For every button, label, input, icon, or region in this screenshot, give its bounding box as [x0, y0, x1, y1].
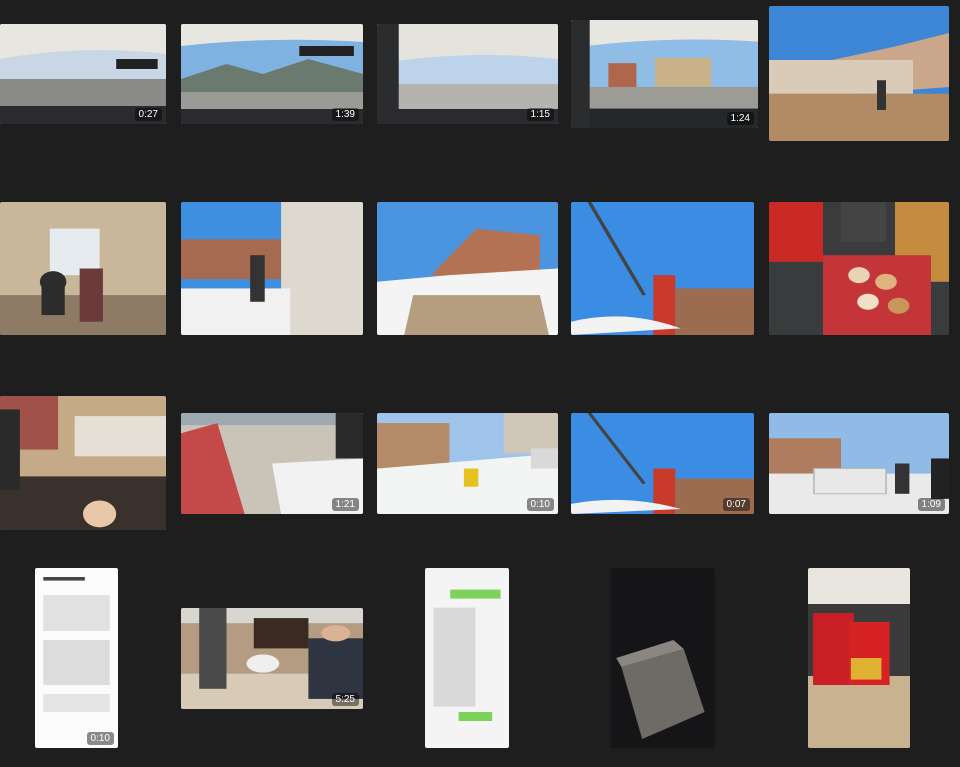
video-duration-badge: 1:09	[917, 498, 945, 511]
media-grid: 0:27 1:39 1:15 1:24 1:21 0:10 0:07 1:09 0:10 5:25	[0, 0, 960, 767]
thumb-yard-snow[interactable]: 1:21	[181, 413, 363, 514]
thumb-courtyard-broom[interactable]	[769, 6, 949, 141]
thumb-car-road-2[interactable]: 1:39	[181, 24, 363, 124]
thumb-shoveling-snow[interactable]: 0:10	[377, 413, 558, 514]
thumbnail-image	[0, 396, 166, 530]
thumb-car-road-1[interactable]: 0:27	[0, 24, 166, 124]
thumbnail-image	[425, 568, 509, 748]
thumbnail-image	[35, 568, 118, 748]
thumb-dark-box[interactable]	[611, 568, 715, 748]
thumb-snow-wall[interactable]	[377, 202, 558, 335]
thumbnail-image	[377, 202, 558, 335]
thumbnail-image	[571, 202, 754, 335]
video-duration-badge: 0:07	[722, 498, 750, 511]
thumb-room-people[interactable]	[0, 202, 166, 335]
thumb-car-road-3[interactable]: 1:15	[377, 24, 558, 124]
video-duration-badge: 0:10	[526, 498, 554, 511]
thumb-gate-sky[interactable]	[571, 202, 754, 335]
video-duration-badge: 0:10	[86, 732, 114, 745]
thumb-document-screenshot[interactable]: 0:10	[35, 568, 118, 748]
thumb-car-people[interactable]: 1:09	[769, 413, 949, 514]
thumbnail-image	[611, 568, 715, 748]
thumbnail-image	[181, 202, 363, 335]
thumb-gate-video[interactable]: 0:07	[571, 413, 754, 514]
video-duration-badge: 1:21	[331, 498, 359, 511]
thumbnail-image	[808, 568, 910, 748]
thumb-car-village[interactable]: 1:24	[571, 20, 758, 128]
video-duration-badge: 5:25	[331, 693, 359, 706]
video-duration-badge: 1:15	[526, 108, 554, 121]
thumb-gift-boxes[interactable]	[808, 568, 910, 748]
thumbnail-image	[0, 202, 166, 335]
thumbnail-image	[769, 202, 949, 335]
thumb-food-table[interactable]	[769, 202, 949, 335]
thumbnail-image	[769, 6, 949, 141]
thumb-chat-screenshot[interactable]	[425, 568, 509, 748]
thumb-sofa-room[interactable]	[0, 396, 166, 530]
video-duration-badge: 1:39	[331, 108, 359, 121]
video-duration-badge: 0:27	[134, 108, 162, 121]
video-duration-badge: 1:24	[726, 112, 754, 125]
thumb-corridor[interactable]	[181, 202, 363, 335]
thumb-dog-room[interactable]: 5:25	[181, 608, 363, 709]
